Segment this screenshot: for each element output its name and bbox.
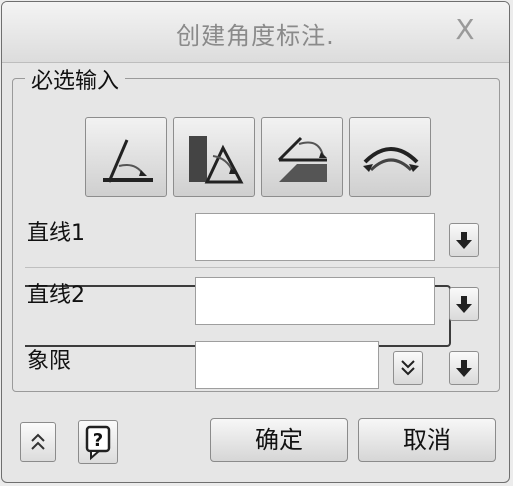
quadrant-label: 象限 bbox=[27, 349, 72, 374]
ok-button[interactable]: 确定 bbox=[210, 418, 348, 462]
help-button[interactable]: ? bbox=[78, 420, 118, 464]
close-icon: X bbox=[455, 13, 475, 46]
title-bar[interactable]: 创建角度标注. X bbox=[2, 2, 509, 63]
collapse-button[interactable] bbox=[20, 422, 56, 462]
line2-input[interactable] bbox=[195, 277, 435, 325]
arc-angle-icon bbox=[363, 147, 419, 172]
line1-label: 直线1 bbox=[27, 221, 85, 246]
angle-type-toolbar bbox=[85, 117, 431, 197]
help-icon: ? bbox=[85, 425, 111, 461]
angle-type-button-1[interactable] bbox=[85, 117, 167, 197]
divider bbox=[25, 267, 499, 268]
angle-face-line-icon bbox=[189, 136, 244, 184]
line1-input[interactable] bbox=[195, 213, 435, 261]
angle-type-button-3[interactable] bbox=[261, 117, 343, 197]
create-angle-dimension-dialog: 创建角度标注. X 必选输入 直线1 直线2 象限 ? 确定 取消 bbox=[1, 1, 510, 483]
svg-text:?: ? bbox=[93, 430, 103, 451]
line1-select-button[interactable] bbox=[449, 223, 479, 257]
arrow-down-icon bbox=[456, 296, 472, 313]
dialog-title: 创建角度标注. bbox=[176, 22, 335, 50]
quadrant-select-button[interactable] bbox=[449, 351, 479, 385]
double-chevron-down-icon bbox=[401, 360, 415, 376]
double-chevron-up-icon bbox=[31, 433, 45, 450]
angle-line-line-icon bbox=[103, 139, 153, 183]
cancel-button[interactable]: 取消 bbox=[358, 418, 496, 462]
quadrant-input[interactable] bbox=[195, 341, 379, 389]
angle-face-face-icon bbox=[277, 136, 327, 182]
close-button[interactable]: X bbox=[449, 14, 481, 46]
arrow-down-icon bbox=[456, 360, 472, 377]
line2-label: 直线2 bbox=[27, 283, 85, 308]
line2-select-button[interactable] bbox=[449, 287, 479, 321]
angle-type-button-4[interactable] bbox=[349, 117, 431, 197]
arrow-down-icon bbox=[456, 232, 472, 249]
required-inputs-group: 必选输入 直线1 直线2 象限 bbox=[12, 63, 500, 392]
group-title: 必选输入 bbox=[25, 63, 126, 95]
quadrant-expand-button[interactable] bbox=[393, 351, 423, 385]
angle-type-button-2[interactable] bbox=[173, 117, 255, 197]
